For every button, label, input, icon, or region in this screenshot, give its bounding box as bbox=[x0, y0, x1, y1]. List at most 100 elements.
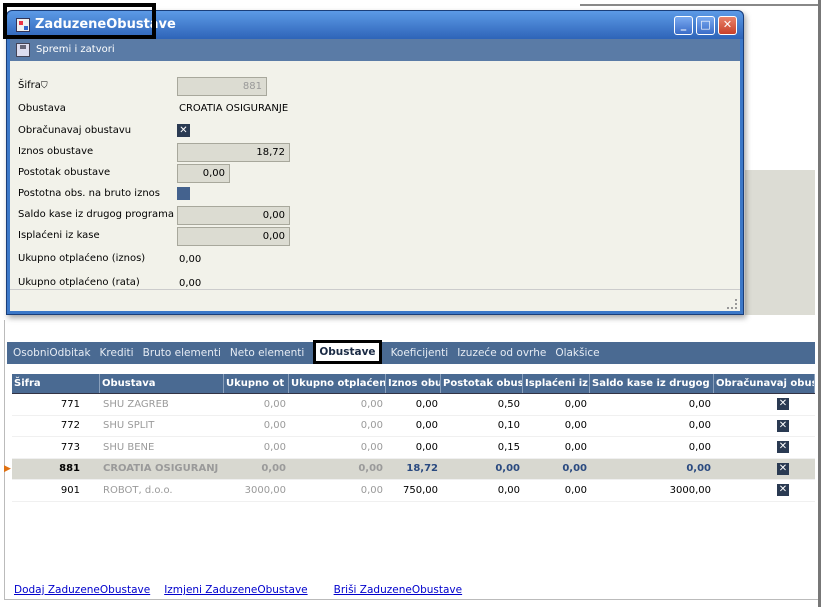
filter-icon: ⛉ bbox=[40, 81, 48, 91]
col-header-iznos[interactable]: Iznos obu bbox=[386, 374, 441, 393]
cell-sifra: 881 bbox=[59, 463, 80, 475]
cell-iznos: 0,00 bbox=[415, 441, 438, 453]
obustava-label: Obustava bbox=[18, 103, 66, 114]
dialog-titlebar[interactable]: ZaduzeneObustave _ □ ✕ bbox=[3, 3, 743, 39]
table-row[interactable]: 773 SHU BENE 0,00 0,00 0,00 0,15 0,00 0,… bbox=[12, 437, 815, 459]
table-row[interactable]: 901 ROBOT, d.o.o. 3000,00 0,00 750,00 0,… bbox=[12, 480, 815, 502]
col-header-isplaceni[interactable]: Isplaćeni iz bbox=[523, 374, 590, 393]
cell-postotak: 0,50 bbox=[497, 398, 520, 410]
cell-obracunavaj[interactable]: ✕ bbox=[714, 484, 815, 497]
cell-ukupno-otplacen: 0,00 bbox=[358, 463, 383, 475]
tab-izuzece-od-ovrhe[interactable]: Izuzeće od ovrhe bbox=[457, 347, 546, 359]
checkbox-checked-icon[interactable]: ✕ bbox=[777, 398, 789, 411]
isplaceni-label: Isplaćeni iz kase bbox=[18, 230, 100, 241]
saldo-label: Saldo kase iz drugog programa bbox=[18, 209, 174, 220]
cell-saldo: 0,00 bbox=[688, 441, 711, 453]
postotak-label: Postotak obustave bbox=[18, 167, 111, 178]
cell-postotak: 0,00 bbox=[497, 484, 520, 496]
cell-isplaceni: 0,00 bbox=[564, 441, 587, 453]
col-header-ukupno-ot[interactable]: Ukupno ot bbox=[224, 374, 289, 393]
col-header-saldo[interactable]: Saldo kase iz drugog p bbox=[590, 374, 714, 393]
table-row[interactable]: 771 SHU ZAGREB 0,00 0,00 0,00 0,50 0,00 … bbox=[12, 394, 815, 416]
cell-ukupno-otplacen: 0,00 bbox=[360, 420, 383, 432]
bg-window-edge bbox=[580, 4, 820, 6]
checkbox-checked-icon[interactable]: ✕ bbox=[777, 441, 789, 454]
resize-grip-icon[interactable] bbox=[727, 299, 737, 309]
col-header-ukupno-otplacen[interactable]: Ukupno otplaćen bbox=[289, 374, 386, 393]
table-row[interactable]: 772 SHU SPLIT 0,00 0,00 0,00 0,10 0,00 0… bbox=[12, 416, 815, 437]
cell-isplaceni: 0,00 bbox=[562, 463, 587, 475]
cell-obustava: CROATIA OSIGURANJ bbox=[103, 463, 219, 475]
maximize-button[interactable]: □ bbox=[696, 16, 715, 35]
cell-saldo: 3000,00 bbox=[669, 484, 711, 496]
action-links: Dodaj ZaduzeneObustave Izmjeni ZaduzeneO… bbox=[14, 584, 476, 596]
zaduzene-obustave-dialog: ZaduzeneObustave _ □ ✕ Spremi i zatvori … bbox=[3, 3, 744, 315]
checkbox-checked-icon[interactable]: ✕ bbox=[777, 462, 789, 475]
delete-link[interactable]: Briši ZaduzeneObustave bbox=[334, 584, 462, 596]
cell-isplaceni: 0,00 bbox=[564, 398, 587, 410]
postotna-label: Postotna obs. na bruto iznos bbox=[18, 188, 160, 199]
cell-ukupno-otplacen: 0,00 bbox=[360, 398, 383, 410]
cell-ukupno-ot: 0,00 bbox=[261, 463, 286, 475]
edit-link[interactable]: Izmjeni ZaduzeneObustave bbox=[164, 584, 307, 596]
cell-ukupno-ot: 0,00 bbox=[263, 398, 286, 410]
cell-obracunavaj[interactable]: ✕ bbox=[714, 441, 815, 454]
checkbox-checked-icon[interactable]: ✕ bbox=[777, 484, 789, 497]
col-header-sifra[interactable]: Šifra bbox=[12, 374, 100, 393]
obracunavaj-checkbox[interactable]: ✕ bbox=[177, 124, 190, 137]
cell-obustava: ROBOT, d.o.o. bbox=[103, 484, 173, 496]
postotak-field[interactable]: 0,00 bbox=[177, 164, 230, 183]
add-link[interactable]: Dodaj ZaduzeneObustave bbox=[14, 584, 150, 596]
cell-obracunavaj[interactable]: ✕ bbox=[714, 398, 815, 411]
ukupno-rata-value: 0,00 bbox=[179, 278, 202, 289]
postotna-checkbox[interactable] bbox=[177, 187, 190, 200]
tab-bruto-elementi[interactable]: Bruto elementi bbox=[143, 347, 221, 359]
cell-ukupno-ot: 0,00 bbox=[263, 420, 286, 432]
obustava-value[interactable]: CROATIA OSIGURANJE bbox=[179, 103, 288, 114]
sifra-field[interactable]: 881 bbox=[177, 77, 267, 96]
cell-sifra: 901 bbox=[60, 484, 80, 496]
tab-osobni-odbitak[interactable]: OsobniOdbitak bbox=[13, 347, 91, 359]
iznos-label: Iznos obustave bbox=[18, 146, 94, 157]
cell-ukupno-ot: 3000,00 bbox=[244, 484, 286, 496]
cell-iznos: 0,00 bbox=[415, 420, 438, 432]
close-button[interactable]: ✕ bbox=[718, 16, 737, 35]
cell-obracunavaj[interactable]: ✕ bbox=[714, 462, 815, 475]
col-header-postotak[interactable]: Postotak obus bbox=[441, 374, 523, 393]
tab-obustave[interactable]: Obustave bbox=[313, 340, 382, 364]
cell-ukupno-ot: 0,00 bbox=[263, 441, 286, 453]
cell-ukupno-otplacen: 0,00 bbox=[360, 441, 383, 453]
ukupno-rata-label: Ukupno otplaćeno (rata) bbox=[18, 277, 140, 288]
cell-obustava: SHU SPLIT bbox=[103, 420, 155, 432]
dialog-status-area bbox=[10, 289, 740, 311]
checkbox-checked-icon[interactable]: ✕ bbox=[777, 419, 789, 432]
cell-sifra: 772 bbox=[60, 420, 80, 432]
save-close-button[interactable]: Spremi i zatvori bbox=[36, 44, 115, 55]
cell-saldo: 0,00 bbox=[688, 398, 711, 410]
title-highlight bbox=[3, 3, 156, 39]
sifra-label: Šifra⛉ bbox=[18, 80, 48, 91]
tab-olaksice[interactable]: Olakšice bbox=[555, 347, 599, 359]
col-header-obustava[interactable]: Obustava bbox=[100, 374, 224, 393]
ukupno-iznos-value: 0,00 bbox=[179, 254, 202, 265]
cell-obustava: SHU ZAGREB bbox=[103, 398, 169, 410]
saldo-field[interactable]: 0,00 bbox=[177, 206, 290, 225]
cell-iznos: 18,72 bbox=[406, 463, 438, 475]
cell-saldo: 0,00 bbox=[686, 463, 711, 475]
dialog-toolbar: Spremi i zatvori bbox=[10, 39, 740, 61]
iznos-field[interactable]: 18,72 bbox=[177, 143, 290, 162]
obracunavaj-label: Obračunavaj obustavu bbox=[18, 125, 132, 136]
col-header-obracunavaj[interactable]: Obračunavaj obust bbox=[714, 374, 815, 393]
form-area: Šifra⛉ 881 Obustava CROATIA OSIGURANJE O… bbox=[10, 61, 740, 289]
isplaceni-field[interactable]: 0,00 bbox=[177, 227, 290, 246]
tab-koeficijenti[interactable]: Koeficijenti bbox=[391, 347, 449, 359]
cell-iznos: 750,00 bbox=[403, 484, 438, 496]
tab-krediti[interactable]: Krediti bbox=[100, 347, 134, 359]
table-row-selected[interactable]: ▶ 881 CROATIA OSIGURANJ 0,00 0,00 18,72 … bbox=[4, 458, 815, 480]
minimize-button[interactable]: _ bbox=[674, 16, 693, 35]
row-indicator-icon: ▶ bbox=[4, 463, 11, 474]
cell-obracunavaj[interactable]: ✕ bbox=[714, 419, 815, 432]
grid-header: Šifra Obustava Ukupno ot Ukupno otplaćen… bbox=[12, 374, 815, 394]
tab-neto-elementi[interactable]: Neto elementi bbox=[230, 347, 304, 359]
save-close-icon[interactable] bbox=[16, 43, 30, 57]
